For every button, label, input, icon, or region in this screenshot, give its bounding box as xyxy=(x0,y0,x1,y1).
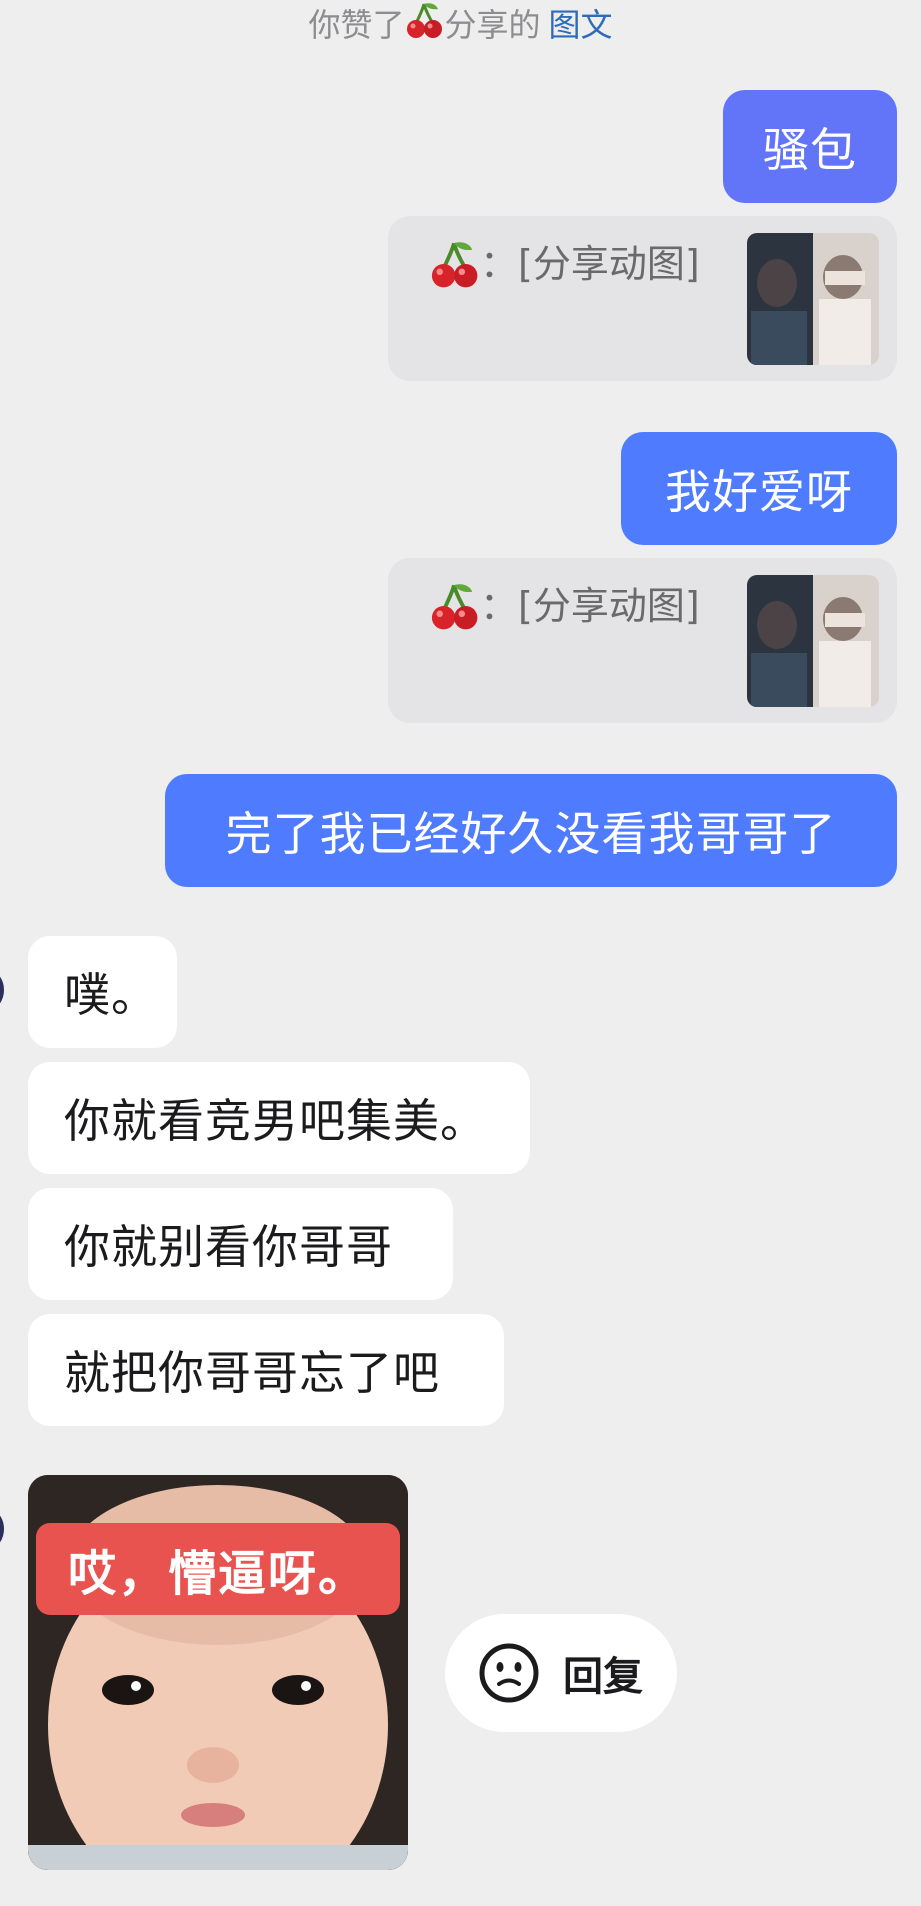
cherry-emoji-icon xyxy=(431,242,478,288)
message-in-bubble[interactable]: 就把你哥哥忘了吧 xyxy=(28,1314,504,1426)
cherry-emoji-icon xyxy=(431,584,478,630)
quoted-text: ： [分享动图] xyxy=(428,580,700,632)
quote-colon: ： xyxy=(480,584,519,628)
message-text: 你就别看你哥哥 xyxy=(64,1220,393,1274)
notice-prefix: 你赞了 xyxy=(308,6,405,44)
quote-colon: ： xyxy=(480,242,519,286)
notice-suffix: 分享的 xyxy=(444,6,541,44)
quoted-text: ： [分享动图] xyxy=(428,238,700,290)
like-notice: 你赞了 分享的 图文 xyxy=(0,0,921,43)
smiley-icon xyxy=(479,1643,539,1703)
message-in-bubble[interactable]: 你就别看你哥哥 xyxy=(28,1188,453,1300)
cherry-icon xyxy=(407,3,443,38)
quoted-reply-card[interactable]: ： [分享动图] xyxy=(388,216,897,381)
message-in-bubble[interactable]: 你就看竞男吧集美。 xyxy=(28,1062,530,1174)
message-text: 我好爱呀 xyxy=(665,464,853,519)
reply-label: 回复 xyxy=(563,1654,643,1700)
message-in-bubble[interactable]: 噗。 xyxy=(28,936,177,1048)
quote-label: [分享动图] xyxy=(518,584,700,628)
message-out-bubble[interactable]: 我好爱呀 xyxy=(621,432,897,545)
shared-gif-thumbnail[interactable] xyxy=(747,233,879,365)
message-text: 完了我已经好久没看我哥哥了 xyxy=(225,806,837,861)
message-out-bubble[interactable]: 骚包 xyxy=(723,90,897,203)
meme-image[interactable]: 哎，懵逼呀。 xyxy=(28,1475,408,1870)
message-text: 就把你哥哥忘了吧 xyxy=(64,1346,440,1400)
quote-label: [分享动图] xyxy=(518,242,700,286)
shared-gif-thumbnail[interactable] xyxy=(747,575,879,707)
message-text: 骚包 xyxy=(763,122,857,177)
meme-caption: 哎，懵逼呀。 xyxy=(36,1523,400,1615)
message-text: 噗。 xyxy=(64,968,158,1022)
contact-avatar[interactable] xyxy=(0,1505,4,1553)
message-text: 你就看竞男吧集美。 xyxy=(64,1094,487,1148)
message-out-bubble[interactable]: 完了我已经好久没看我哥哥了 xyxy=(165,774,897,887)
contact-avatar[interactable] xyxy=(0,966,4,1014)
quoted-reply-card[interactable]: ： [分享动图] xyxy=(388,558,897,723)
reply-button[interactable]: 回复 xyxy=(445,1614,677,1732)
notice-link-post[interactable]: 图文 xyxy=(549,6,613,44)
